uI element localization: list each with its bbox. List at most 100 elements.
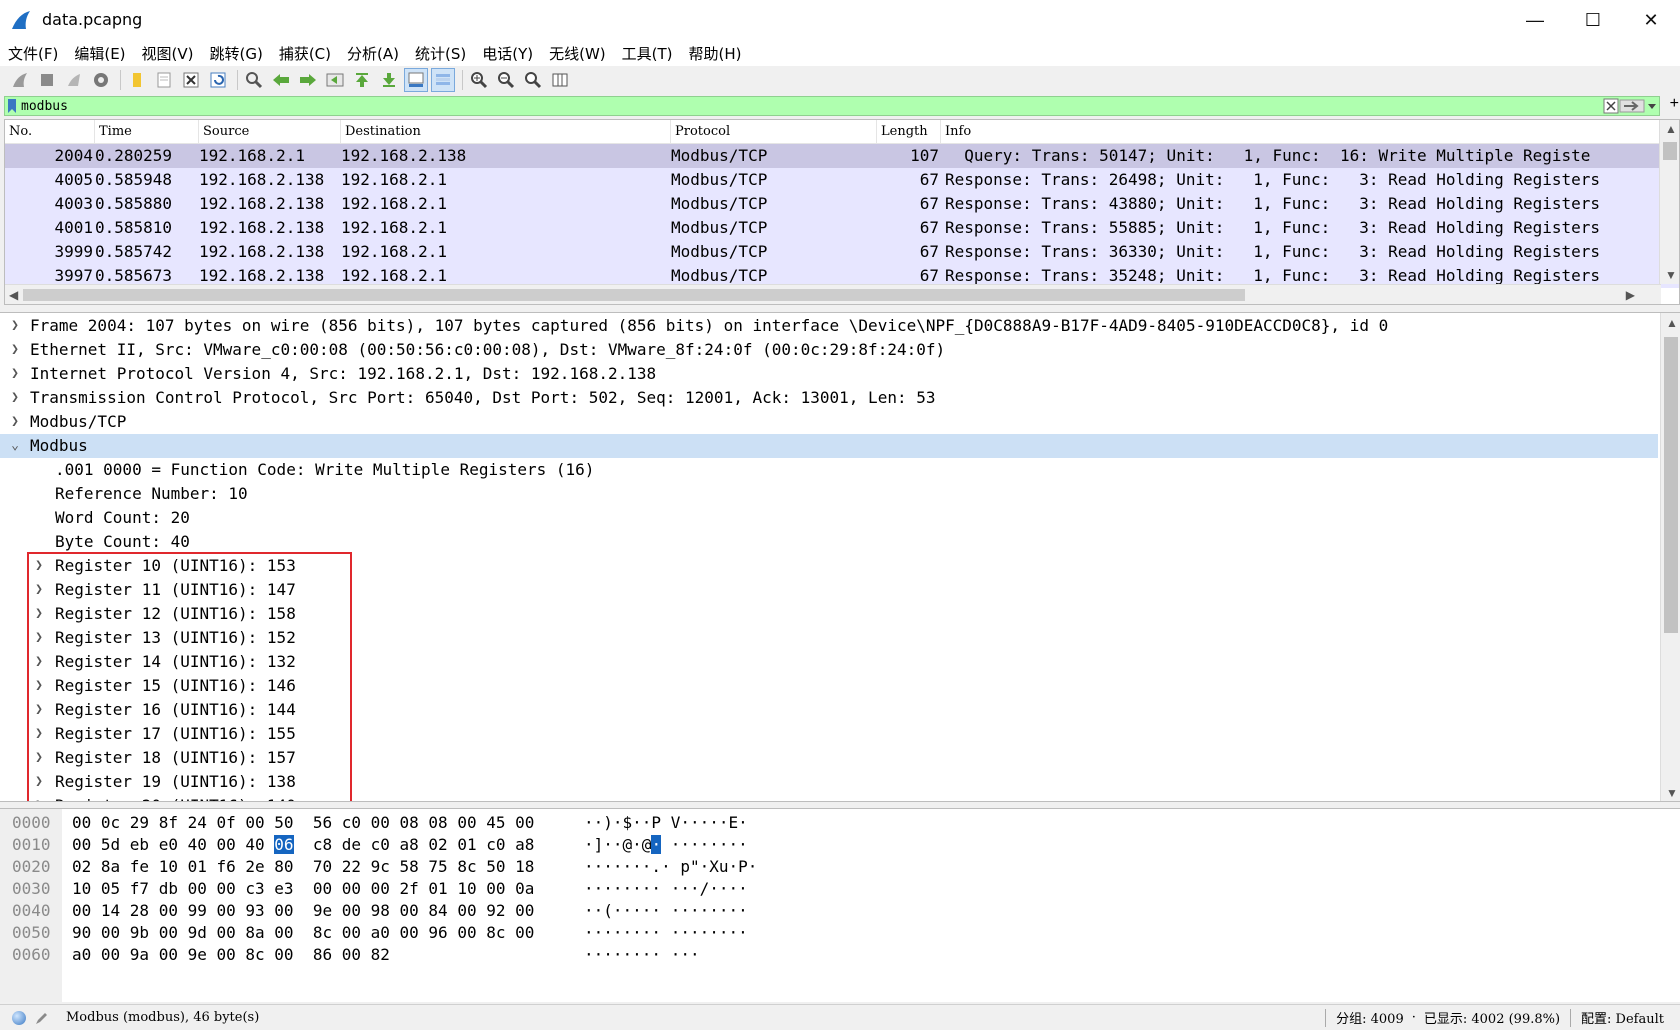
chevron-right-icon[interactable]: ❯ [8, 362, 22, 386]
hex-row[interactable]: 00 0c 29 8f 24 0f 00 50 56 c0 00 08 08 0… [72, 812, 534, 834]
hex-row[interactable]: 90 00 9b 00 9d 00 8a 00 8c 00 a0 00 96 0… [72, 922, 534, 944]
go-last-packet-icon[interactable] [377, 68, 401, 92]
menu-tools[interactable]: 工具(T) [622, 43, 673, 64]
packet-row[interactable]: 4003 0.585880 192.168.2.138 192.168.2.1 … [5, 192, 1679, 216]
ascii-row[interactable]: ········ ··· [584, 944, 700, 966]
details-vertical-scrollbar[interactable]: ▲ ▼ [1660, 313, 1680, 801]
chevron-right-icon[interactable]: ❯ [8, 338, 22, 362]
ascii-row[interactable]: ········ ········ [584, 922, 748, 944]
apply-filter-icon[interactable] [1619, 98, 1645, 114]
reload-file-icon[interactable] [206, 68, 230, 92]
column-no[interactable]: No. [5, 120, 95, 144]
clear-filter-icon[interactable] [1603, 98, 1619, 114]
ascii-row[interactable]: ········ ···/···· [584, 878, 748, 900]
column-time[interactable]: Time [95, 120, 199, 144]
chevron-right-icon[interactable]: ❯ [8, 386, 22, 410]
zoom-out-icon[interactable] [494, 68, 518, 92]
hex-row[interactable]: 00 5d eb e0 40 00 40 06 c8 de c0 a8 02 0… [72, 834, 534, 856]
filter-dropdown-icon[interactable] [1645, 98, 1659, 114]
menu-edit[interactable]: 编辑(E) [74, 43, 125, 64]
tree-leaf-reference-number[interactable]: Reference Number: 10 [0, 482, 1680, 506]
ascii-row[interactable]: ··(····· ········ [584, 900, 748, 922]
menu-wireless[interactable]: 无线(W) [549, 43, 606, 64]
ascii-row[interactable]: ·]··@·@· ········ [584, 834, 748, 856]
column-source[interactable]: Source [199, 120, 341, 144]
open-file-icon[interactable] [125, 68, 149, 92]
menu-help[interactable]: 帮助(H) [689, 43, 742, 64]
maximize-button[interactable]: ☐ [1564, 0, 1622, 40]
scrollbar-thumb[interactable] [23, 289, 1245, 301]
go-first-packet-icon[interactable] [350, 68, 374, 92]
add-filter-button-icon[interactable]: + [1670, 95, 1679, 113]
menu-telephony[interactable]: 电话(Y) [482, 43, 533, 64]
packet-row[interactable]: 3999 0.585742 192.168.2.138 192.168.2.1 … [5, 240, 1679, 264]
zoom-in-icon[interactable] [467, 68, 491, 92]
menu-file[interactable]: 文件(F) [8, 43, 58, 64]
go-to-packet-icon[interactable] [323, 68, 347, 92]
scrollbar-thumb[interactable] [1663, 142, 1677, 160]
autoscroll-icon[interactable] [404, 68, 428, 92]
hex-row[interactable]: 00 14 28 00 99 00 93 00 9e 00 98 00 84 0… [72, 900, 534, 922]
stop-capture-icon[interactable] [35, 68, 59, 92]
zoom-reset-icon[interactable] [521, 68, 545, 92]
packet-row[interactable]: 4001 0.585810 192.168.2.138 192.168.2.1 … [5, 216, 1679, 240]
chevron-down-icon[interactable]: ⌄ [8, 434, 22, 458]
tree-node-tcp[interactable]: ❯ Transmission Control Protocol, Src Port… [0, 386, 1680, 410]
edit-comment-icon[interactable] [34, 1010, 50, 1026]
hex-row[interactable]: a0 00 9a 00 9e 00 8c 00 86 00 82 [72, 944, 390, 966]
tree-node-modbus-tcp[interactable]: ❯ Modbus/TCP [0, 410, 1680, 434]
restart-capture-icon[interactable] [62, 68, 86, 92]
tree-leaf-word-count[interactable]: Word Count: 20 [0, 506, 1680, 530]
bookmark-icon[interactable] [5, 97, 19, 115]
scroll-up-arrow-icon[interactable]: ▲ [1666, 316, 1678, 330]
column-protocol[interactable]: Protocol [671, 120, 877, 144]
column-length[interactable]: Length [877, 120, 941, 144]
chevron-right-icon[interactable]: ❯ [8, 314, 22, 338]
menu-go[interactable]: 跳转(G) [210, 43, 263, 64]
hex-row[interactable]: 02 8a fe 10 01 f6 2e 80 70 22 9c 58 75 8… [72, 856, 534, 878]
menu-view[interactable]: 视图(V) [142, 43, 194, 64]
tree-node-modbus[interactable]: ⌄ Modbus [0, 434, 1658, 458]
ascii-row[interactable]: ··)·$··P V·····E· [584, 812, 748, 834]
packet-row[interactable]: 4005 0.585948 192.168.2.138 192.168.2.1 … [5, 168, 1679, 192]
menu-statistics[interactable]: 统计(S) [415, 43, 466, 64]
expert-info-icon[interactable] [12, 1010, 26, 1025]
selected-ascii-char[interactable]: · [651, 835, 662, 854]
menu-analyze[interactable]: 分析(A) [347, 43, 399, 64]
menu-capture[interactable]: 捕获(C) [279, 43, 331, 64]
column-info[interactable]: Info [941, 120, 1661, 144]
scroll-down-arrow-icon[interactable]: ▼ [1665, 268, 1677, 282]
selected-byte[interactable]: 06 [274, 835, 294, 854]
status-profile[interactable]: 配置: Default [1581, 1008, 1664, 1027]
packet-list-horizontal-scrollbar[interactable]: ◀ ▶ [5, 284, 1661, 304]
resize-columns-icon[interactable] [548, 68, 572, 92]
close-button[interactable]: ✕ [1622, 0, 1680, 40]
tree-leaf-function-code[interactable]: .001 0000 = Function Code: Write Multipl… [0, 458, 1680, 482]
scrollbar-thumb[interactable] [1664, 337, 1678, 633]
packet-row[interactable]: 2004 0.280259 192.168.2.1 192.168.2.138 … [5, 144, 1679, 168]
scroll-up-arrow-icon[interactable]: ▲ [1665, 122, 1677, 136]
chevron-right-icon[interactable]: ❯ [8, 410, 22, 434]
scroll-down-arrow-icon[interactable]: ▼ [1666, 786, 1678, 800]
display-filter-input[interactable]: modbus [19, 99, 1603, 114]
close-file-icon[interactable] [179, 68, 203, 92]
ascii-row[interactable]: ·······.· p"·Xu·P· [584, 856, 757, 878]
save-file-icon[interactable] [152, 68, 176, 92]
go-back-icon[interactable] [269, 68, 293, 92]
tree-node-frame[interactable]: ❯ Frame 2004: 107 bytes on wire (856 bits… [0, 314, 1680, 338]
column-destination[interactable]: Destination [341, 120, 671, 144]
minimize-button[interactable]: — [1506, 0, 1564, 40]
scroll-left-arrow-icon[interactable]: ◀ [9, 288, 18, 302]
start-capture-icon[interactable] [8, 68, 32, 92]
packet-list-vertical-scrollbar[interactable]: ▲ ▼ [1659, 120, 1679, 284]
scroll-right-arrow-icon[interactable]: ▶ [1626, 288, 1635, 302]
tree-leaf-byte-count[interactable]: Byte Count: 40 [0, 530, 1680, 554]
tree-node-ethernet[interactable]: ❯ Ethernet II, Src: VMware_c0:00:08 (00:5… [0, 338, 1680, 362]
capture-options-icon[interactable] [89, 68, 113, 92]
find-packet-icon[interactable] [242, 68, 266, 92]
tree-node-ip[interactable]: ❯ Internet Protocol Version 4, Src: 192.1… [0, 362, 1680, 386]
colorize-icon[interactable] [431, 68, 455, 92]
go-forward-icon[interactable] [296, 68, 320, 92]
hex-row[interactable]: 10 05 f7 db 00 00 c3 e3 00 00 00 2f 01 1… [72, 878, 534, 900]
title-bar: data.pcapng — ☐ ✕ [0, 0, 1680, 40]
